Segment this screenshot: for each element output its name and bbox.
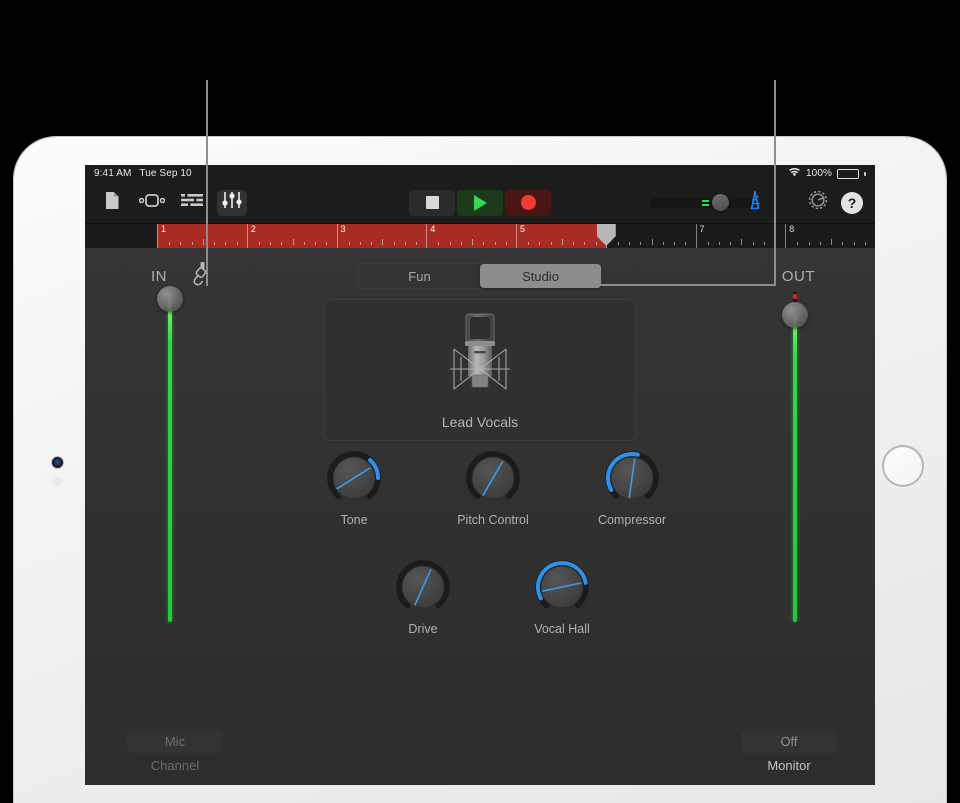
ruler-bar-number: 2 xyxy=(250,224,256,234)
ruler-bar-1[interactable]: 1 xyxy=(157,224,247,248)
tracks-icon xyxy=(138,193,166,213)
track-view-button[interactable] xyxy=(137,190,167,216)
help-button[interactable]: ? xyxy=(841,191,863,214)
peak-indicator xyxy=(793,294,797,299)
transport-controls xyxy=(408,189,552,216)
instrument-name: Lead Vocals xyxy=(441,413,519,430)
master-volume-slider[interactable] xyxy=(650,189,766,216)
channel-button[interactable]: Mic xyxy=(127,729,223,753)
battery-full-icon xyxy=(837,168,859,179)
ipad-device-frame: 9:41 AM Tue Sep 10 100% ? 1 2 3 4 5 7 8 … xyxy=(14,137,946,803)
output-slider-thumb[interactable] xyxy=(782,302,808,329)
ruler-bar-6[interactable]: 6 xyxy=(605,224,696,248)
timeline-ruler[interactable]: + 12345678 xyxy=(85,224,875,248)
ruler-bars[interactable]: + 12345678 xyxy=(157,224,875,248)
output-label: OUT xyxy=(781,268,815,285)
knob-drive[interactable]: Drive xyxy=(384,557,462,636)
faders-icon xyxy=(222,191,242,214)
ruler-bar-number: 4 xyxy=(430,224,436,234)
document-icon xyxy=(104,191,120,215)
ruler-bar-7[interactable]: 7 xyxy=(695,224,786,248)
ruler-left-pad xyxy=(85,224,157,248)
play-button[interactable] xyxy=(457,189,503,216)
knob-label: Drive xyxy=(408,622,438,636)
knob-dial[interactable] xyxy=(393,557,453,617)
volume-knob[interactable] xyxy=(712,194,729,211)
status-bar: 9:41 AM Tue Sep 10 100% xyxy=(85,165,875,182)
knob-dial[interactable] xyxy=(602,448,662,508)
playhead[interactable] xyxy=(596,224,616,248)
ambient-sensor-icon xyxy=(54,478,61,485)
ruler-bar-4[interactable]: 4 xyxy=(426,224,516,248)
instrument-card[interactable]: Lead Vocals xyxy=(324,299,636,441)
ruler-bar-number: 3 xyxy=(340,224,346,234)
stop-icon xyxy=(425,196,439,209)
ruler-bar-number: 8 xyxy=(789,224,795,234)
channel-control: Mic Channel xyxy=(127,729,223,773)
monitor-control: Off Monitor xyxy=(741,729,837,773)
knob-label: Vocal Hall xyxy=(534,622,590,636)
ruler-bar-8[interactable]: 8 xyxy=(785,224,875,248)
ipad-screen: 9:41 AM Tue Sep 10 100% ? 1 2 3 4 5 7 8 … xyxy=(85,165,875,785)
volume-tick-marks xyxy=(702,199,709,206)
stop-button[interactable] xyxy=(409,189,455,216)
input-level-meter xyxy=(168,298,172,622)
wifi-icon xyxy=(788,167,801,180)
knob-label: Tone xyxy=(340,513,368,527)
output-level-slider[interactable] xyxy=(782,292,808,622)
fun-tab[interactable]: Fun xyxy=(359,264,480,288)
condenser-microphone-icon xyxy=(442,311,518,410)
knob-label: Pitch Control xyxy=(457,513,529,527)
knob-tone[interactable]: Tone xyxy=(315,448,393,527)
knob-dial[interactable] xyxy=(324,448,384,508)
mixer-button[interactable] xyxy=(217,189,247,216)
battery-percent: 100% xyxy=(806,168,832,179)
channel-caption: Channel xyxy=(150,758,200,773)
gear-icon[interactable] xyxy=(807,189,829,216)
monitor-button[interactable]: Off xyxy=(741,729,837,753)
preset-segmented-control[interactable]: Fun Studio xyxy=(358,263,602,289)
knob-dial[interactable] xyxy=(532,557,592,617)
loop-browser-button[interactable] xyxy=(177,190,207,216)
ruler-bar-number: 7 xyxy=(699,224,705,234)
knob-compressor[interactable]: Compressor xyxy=(593,448,671,527)
input-slider-thumb[interactable] xyxy=(157,285,183,312)
ruler-bar-2[interactable]: 2 xyxy=(246,224,337,248)
monitor-caption: Monitor xyxy=(767,758,811,773)
home-button-icon[interactable] xyxy=(882,445,924,487)
knob-vocal-hall[interactable]: Vocal Hall xyxy=(523,557,601,636)
front-camera-icon xyxy=(52,457,63,468)
status-date: Tue Sep 10 xyxy=(139,168,192,179)
studio-tab[interactable]: Studio xyxy=(480,264,601,288)
plugin-area: IN OUT Fun Studio Lead Vocals Tone Pitch… xyxy=(85,248,875,785)
ruler-bar-3[interactable]: 3 xyxy=(336,224,427,248)
record-button[interactable] xyxy=(505,189,551,216)
knob-dial[interactable] xyxy=(463,448,523,508)
play-icon xyxy=(473,194,487,211)
knob-pitch-control[interactable]: Pitch Control xyxy=(454,448,532,527)
screenshot-root: 9:41 AM Tue Sep 10 100% ? 1 2 3 4 5 7 8 … xyxy=(0,0,960,803)
knob-label: Compressor xyxy=(597,513,667,527)
callout-line-studio-vertical xyxy=(774,80,776,285)
input-label: IN xyxy=(151,268,167,285)
toolbar: ? xyxy=(85,182,875,224)
ruler-bar-number: 5 xyxy=(520,224,526,234)
list-icon xyxy=(181,193,203,212)
ruler-bar-5[interactable]: 5 xyxy=(516,224,606,248)
ruler-bar-number: 1 xyxy=(161,224,167,234)
my-songs-button[interactable] xyxy=(97,190,127,216)
input-level-slider[interactable] xyxy=(157,285,183,622)
callout-line-input-settings xyxy=(206,80,208,286)
status-time: 9:41 AM xyxy=(94,168,132,179)
callout-line-studio-horizontal xyxy=(600,284,776,286)
record-icon xyxy=(520,195,536,210)
output-level-meter xyxy=(793,315,797,622)
